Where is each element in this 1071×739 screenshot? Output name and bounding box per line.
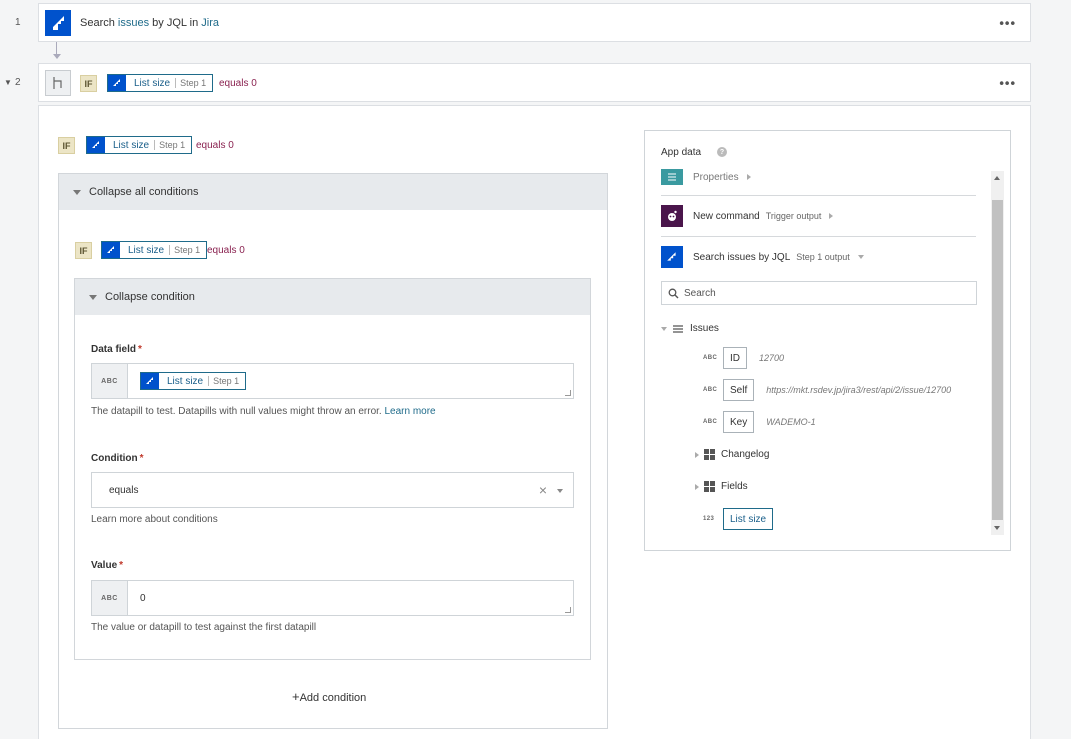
type-abc-tag: ABC: [92, 364, 128, 398]
value-label: Value *: [91, 560, 124, 571]
separator: [661, 195, 976, 196]
separator: [661, 236, 976, 237]
search-icon: [668, 288, 679, 299]
tree-item-id[interactable]: ABC ID 12700: [703, 347, 784, 369]
condition-select-value: equals: [109, 485, 139, 496]
jira-logo-icon: [661, 246, 683, 268]
tree-item-list-size[interactable]: 123 List size: [703, 508, 774, 530]
resize-handle-icon[interactable]: [565, 390, 571, 396]
tree-item-fields[interactable]: Fields: [695, 481, 748, 492]
app-data-title: App data: [661, 147, 702, 158]
learn-more-link[interactable]: Learn more: [384, 406, 435, 417]
tree-item-self[interactable]: ABC Self https://mkt.rsdev.jp/jira3/rest…: [703, 379, 951, 401]
step-1-menu-button[interactable]: •••: [999, 15, 1016, 30]
if-badge: IF: [80, 75, 97, 92]
scroll-down-icon[interactable]: [994, 526, 1000, 530]
value-input[interactable]: ABC 0: [91, 580, 574, 616]
collapse-triangle-icon: [89, 294, 97, 300]
chevron-right-icon: [695, 451, 699, 458]
data-field-input[interactable]: ABC List size Step 1: [91, 363, 574, 399]
data-field-help: The datapill to test. Datapills with nul…: [91, 406, 436, 417]
data-field-label: Data field *: [91, 344, 142, 355]
plus-icon: +: [292, 689, 300, 704]
list-size-datapill[interactable]: List size Step 1: [140, 372, 247, 390]
tree-issues-root[interactable]: Issues: [661, 323, 719, 334]
scrollbar-thumb[interactable]: [992, 200, 1003, 520]
list-size-datapill[interactable]: List size Step 1: [101, 241, 208, 259]
resize-handle-icon[interactable]: [565, 607, 571, 613]
value-help: The value or datapill to test against th…: [91, 622, 317, 633]
clear-icon[interactable]: ×: [539, 482, 547, 498]
step-1-output-row[interactable]: Search issues by JQL Step 1 output: [661, 245, 976, 269]
list-icon: [673, 324, 683, 333]
jira-logo-icon: [141, 373, 159, 389]
step-1-number: 1: [15, 17, 21, 28]
help-icon[interactable]: ?: [717, 147, 727, 157]
step-2-collapse-icon[interactable]: ▼: [4, 78, 12, 87]
value-input-text: 0: [140, 593, 146, 604]
condition-select[interactable]: equals ×: [91, 472, 574, 508]
search-placeholder: Search: [684, 288, 716, 299]
object-grid-icon: [704, 449, 715, 460]
jira-logo-icon: [108, 75, 126, 91]
object-grid-icon: [704, 481, 715, 492]
collapse-condition-button[interactable]: Collapse condition: [75, 279, 590, 315]
properties-icon: [661, 169, 683, 185]
step-1-title: Search issues by JQL in Jira: [80, 17, 220, 29]
app-data-search-input[interactable]: Search: [661, 281, 977, 305]
if-badge: IF: [58, 137, 75, 154]
tree-item-changelog[interactable]: Changelog: [695, 449, 769, 460]
properties-row[interactable]: Properties: [661, 167, 976, 187]
branch-icon: [45, 70, 71, 96]
type-abc-tag: ABC: [92, 581, 128, 615]
app-data-panel: App data ? Properties New command Trigger…: [644, 130, 1011, 551]
scroll-up-icon[interactable]: [994, 176, 1000, 180]
step-2-condition-text: equals 0: [219, 78, 257, 89]
jira-logo-icon: [45, 10, 71, 36]
chevron-down-icon[interactable]: [557, 489, 563, 493]
connector-arrow-icon: [53, 54, 61, 59]
condition-label: Condition *: [91, 453, 144, 464]
step-1-card[interactable]: Search issues by JQL in Jira •••: [38, 3, 1031, 42]
learn-more-conditions-link[interactable]: Learn more about conditions: [91, 514, 218, 525]
step-2-menu-button[interactable]: •••: [999, 75, 1016, 90]
list-size-datapill[interactable]: List size Step 1: [86, 136, 193, 154]
add-condition-button[interactable]: +Add condition: [292, 689, 366, 704]
tree-item-key[interactable]: ABC Key WADEMO-1: [703, 411, 816, 433]
list-size-datapill[interactable]: List size Step 1: [107, 74, 214, 92]
chevron-down-icon: [661, 326, 667, 331]
chevron-right-icon: [695, 483, 699, 490]
scrollbar[interactable]: [991, 171, 1004, 535]
step-2-number: 2: [15, 77, 21, 88]
jira-logo-icon: [87, 137, 105, 153]
collapse-all-conditions-button[interactable]: Collapse all conditions: [59, 174, 607, 210]
trigger-output-row[interactable]: New command Trigger output: [661, 204, 976, 228]
jira-logo-icon: [102, 242, 120, 258]
if-badge: IF: [75, 242, 92, 259]
inner-condition-text: equals 0: [207, 245, 245, 256]
slack-bot-icon: [661, 205, 683, 227]
step-2-card[interactable]: IF List size Step 1 equals 0 •••: [38, 63, 1031, 102]
condition-summary-text: equals 0: [196, 140, 234, 151]
collapse-triangle-icon: [73, 189, 81, 195]
